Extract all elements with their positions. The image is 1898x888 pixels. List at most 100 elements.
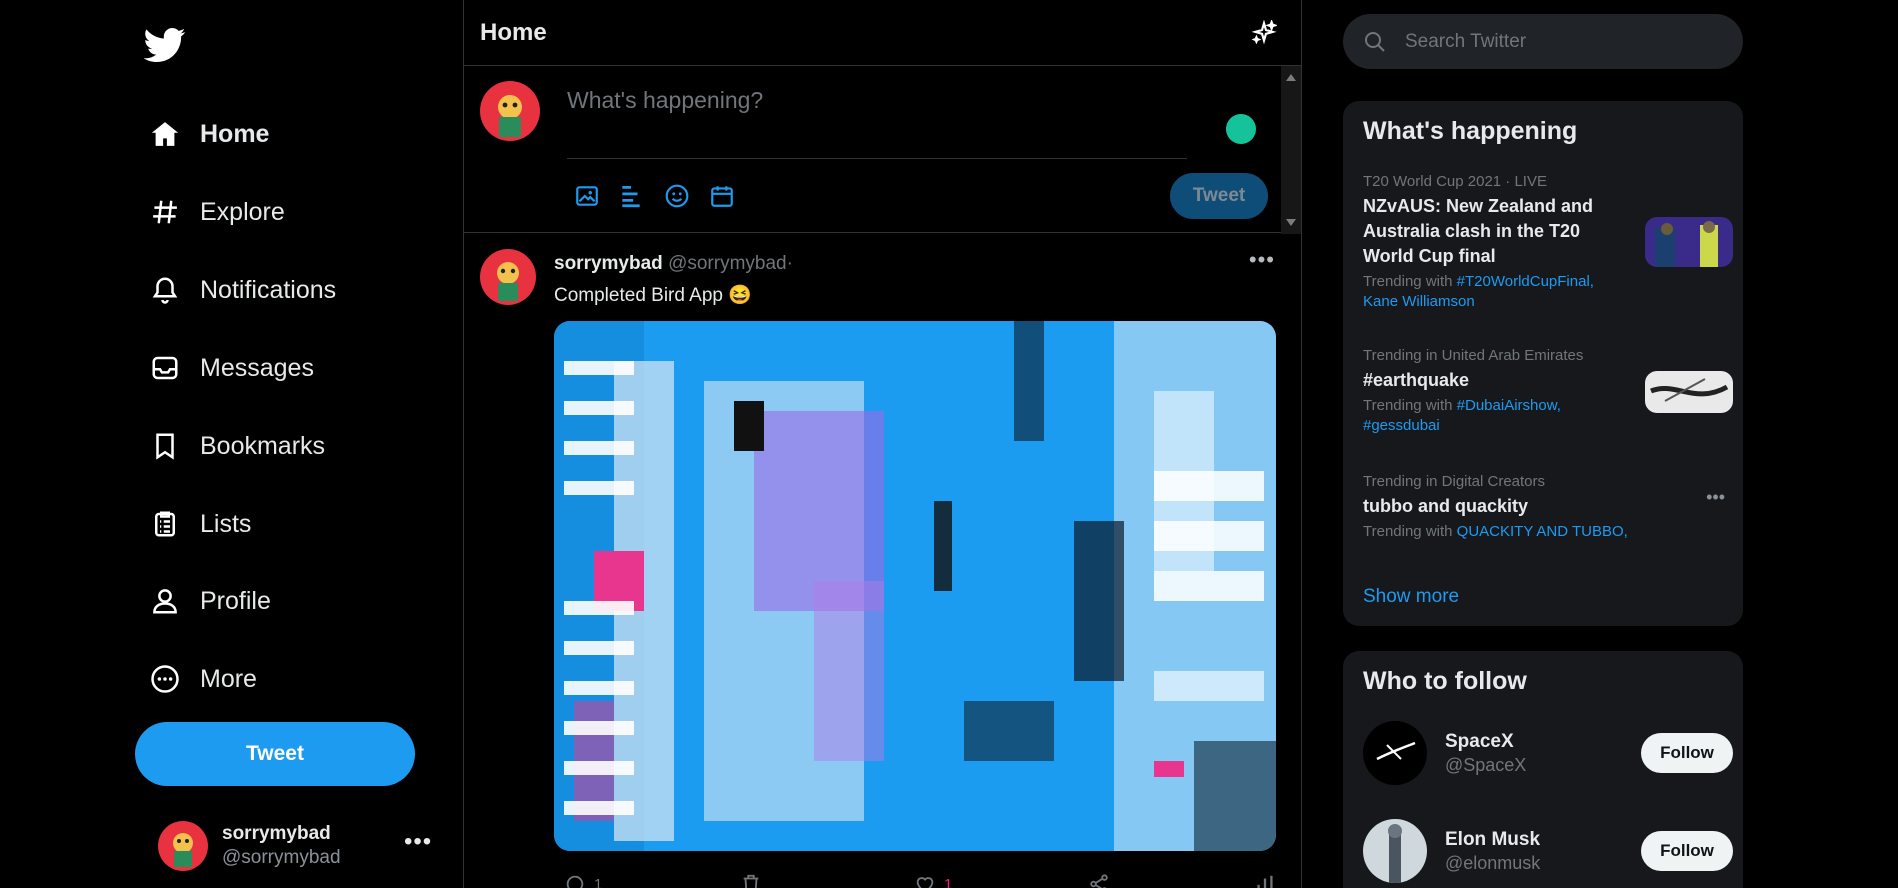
nav-more[interactable]: More — [148, 651, 257, 707]
trend-context: T20 World Cup 2021 · LIVE — [1363, 173, 1547, 190]
nav-notifications[interactable]: Notifications — [148, 262, 336, 318]
search-input[interactable]: Search Twitter — [1405, 31, 1526, 53]
account-handle: @sorrymybad — [222, 847, 341, 868]
avatar[interactable] — [480, 249, 536, 305]
follow-suggestion[interactable]: Elon Musk @elonmusk Follow — [1363, 819, 1733, 888]
avatar — [158, 821, 208, 871]
heart-icon — [916, 877, 934, 888]
follow-button[interactable]: Follow — [1641, 831, 1733, 871]
suggestion-handle: @elonmusk — [1445, 853, 1541, 873]
tweet-actions: 1 1 — [564, 873, 1284, 888]
twitter-app: Home Explore Notifications Messages Book… — [0, 0, 1898, 888]
poll-icon[interactable] — [618, 183, 646, 211]
card-title: What's happening — [1363, 117, 1578, 145]
who-to-follow-card: Who to follow SpaceX @SpaceX Follow Elon… — [1343, 651, 1743, 888]
bookmark-icon — [148, 429, 182, 463]
bell-icon — [148, 273, 182, 307]
nav-label: Notifications — [200, 275, 337, 304]
timeline-header: Home — [464, 0, 1301, 66]
account-menu-icon[interactable]: ••• — [404, 828, 432, 856]
nav-profile[interactable]: Profile — [148, 573, 271, 629]
left-sidebar: Home Explore Notifications Messages Book… — [134, 0, 464, 888]
trend-item[interactable]: Trending in United Arab Emirates #earthq… — [1363, 347, 1733, 436]
image-icon[interactable] — [574, 183, 602, 211]
nav-bookmarks[interactable]: Bookmarks — [148, 418, 325, 474]
nav-label: Explore — [200, 197, 285, 226]
follow-button[interactable]: Follow — [1641, 733, 1733, 773]
hashtag-icon — [148, 195, 182, 229]
tweet-text: Completed Bird App 😆 — [554, 285, 752, 306]
more-circle-icon — [148, 662, 182, 696]
share-button[interactable] — [1088, 873, 1110, 888]
trash-icon — [743, 874, 759, 888]
follow-suggestion[interactable]: SpaceX @SpaceX Follow — [1363, 721, 1733, 791]
trend-item[interactable]: Trending in Digital Creators tubbo and q… — [1363, 473, 1733, 542]
share-icon — [1090, 874, 1108, 888]
tweet-button[interactable]: Tweet — [135, 722, 415, 786]
tweet-image[interactable] — [554, 321, 1276, 851]
like-button[interactable]: 1 — [914, 873, 952, 888]
avatar[interactable] — [1363, 819, 1427, 883]
page-title: Home — [480, 18, 547, 46]
reply-icon — [566, 875, 584, 888]
delete-button[interactable] — [740, 873, 762, 888]
nav-home[interactable]: Home — [148, 106, 269, 162]
trend-context: Trending in Digital Creators — [1363, 473, 1546, 490]
divider — [567, 158, 1187, 159]
main-timeline: Home What's happening? Tweet sorrymybad … — [463, 0, 1302, 888]
trend-related: Trending with #T20WorldCupFinal, Kane Wi… — [1363, 273, 1594, 310]
nav-label: Home — [200, 119, 270, 148]
reply-button[interactable]: 1 — [564, 873, 602, 888]
trend-context: Trending in United Arab Emirates — [1363, 347, 1584, 364]
suggestion-handle: @SpaceX — [1445, 755, 1527, 775]
nav-explore[interactable]: Explore — [148, 184, 285, 240]
nav-label: Profile — [200, 586, 271, 615]
mail-icon — [148, 351, 182, 385]
emoji-icon[interactable] — [664, 183, 692, 211]
search-icon — [1365, 31, 1385, 52]
trend-related: Trending with QUACKITY AND TUBBO, — [1363, 523, 1628, 540]
search-bar[interactable]: Search Twitter — [1343, 14, 1743, 69]
account-name: sorrymybad — [222, 823, 331, 844]
twitter-logo-icon[interactable] — [143, 24, 186, 66]
reply-count: 1 — [594, 875, 603, 888]
grammarly-icon[interactable] — [1226, 114, 1256, 144]
trend-title: tubbo and quackity — [1363, 496, 1529, 516]
nav-label: Lists — [200, 509, 252, 538]
analytics-button[interactable] — [1254, 873, 1276, 888]
user-icon — [148, 584, 182, 618]
trend-item[interactable]: T20 World Cup 2021 · LIVE NZvAUS: New Ze… — [1363, 173, 1733, 312]
tweet[interactable]: sorrymybad @sorrymybad· ••• Completed Bi… — [464, 233, 1301, 888]
nav-messages[interactable]: Messages — [148, 340, 314, 396]
tweet-author-handle[interactable]: @sorrymybad· — [668, 253, 793, 274]
card-title: Who to follow — [1363, 667, 1527, 695]
trend-thumbnail — [1645, 217, 1733, 267]
avatar — [480, 81, 540, 141]
suggestion-name[interactable]: SpaceX — [1445, 731, 1514, 753]
scroll-up-icon[interactable] — [1286, 74, 1296, 81]
suggestion-name[interactable]: Elon Musk — [1445, 829, 1540, 851]
tweet-menu-icon[interactable]: ••• — [1249, 247, 1275, 273]
like-count: 1 — [944, 875, 953, 888]
nav-lists[interactable]: Lists — [148, 496, 251, 552]
scroll-down-icon[interactable] — [1286, 219, 1296, 226]
nav-label: Messages — [200, 353, 314, 382]
trend-thumbnail — [1645, 371, 1733, 413]
show-more-link[interactable]: Show more — [1363, 586, 1459, 608]
nav-label: More — [200, 664, 257, 693]
avatar[interactable] — [1363, 721, 1427, 785]
whats-happening-card: What's happening T20 World Cup 2021 · LI… — [1343, 101, 1743, 626]
tweet-author-name[interactable]: sorrymybad — [554, 253, 663, 274]
schedule-icon[interactable] — [709, 183, 737, 211]
account-switcher[interactable]: sorrymybad @sorrymybad ••• — [158, 816, 458, 876]
nav-label: Bookmarks — [200, 431, 326, 460]
list-icon — [148, 507, 182, 541]
compose-tweet-button[interactable]: Tweet — [1170, 173, 1268, 219]
composer-scrollbar[interactable] — [1281, 66, 1301, 234]
tweet-composer: What's happening? Tweet — [464, 66, 1301, 233]
trend-related: Trending with #DubaiAirshow, #gessdubai — [1363, 397, 1561, 434]
trend-menu-icon[interactable]: ••• — [1706, 487, 1725, 508]
trend-tags[interactable]: QUACKITY AND TUBBO, — [1457, 523, 1628, 540]
sparkle-icon[interactable] — [1251, 18, 1279, 46]
compose-input[interactable]: What's happening? — [567, 87, 763, 114]
